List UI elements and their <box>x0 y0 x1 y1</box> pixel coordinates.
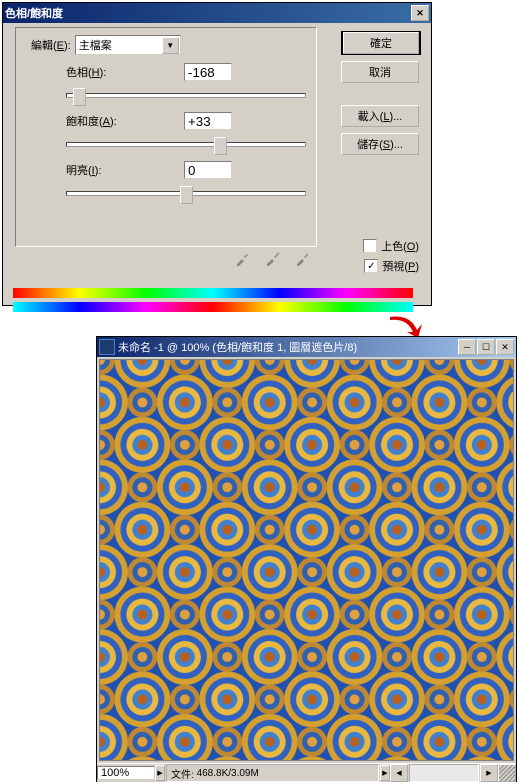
save-button[interactable]: 儲存(S)... <box>341 133 419 155</box>
minimize-icon[interactable]: ─ <box>458 339 476 355</box>
image-window: 未命名 -1 @ 100% (色相/飽和度 1, 圖層遮色片/8) ─ ☐ ✕ <box>96 336 517 782</box>
info-arrow-icon[interactable]: ▶ <box>380 765 390 781</box>
h-scrollbar[interactable] <box>409 764 479 782</box>
eyedropper-icon[interactable] <box>233 248 253 268</box>
ps-icon <box>99 339 115 355</box>
zoom-value: 100% <box>98 767 154 779</box>
hue-saturation-dialog: 色相/飽和度 ✕ 編輯(E): 主檔案 ▼ 色相(H): 飽和度(A): <box>2 2 432 306</box>
dialog-titlebar[interactable]: 色相/飽和度 ✕ <box>3 3 431 23</box>
color-spectrum-after <box>13 302 413 312</box>
zoom-arrow-icon[interactable]: ▶ <box>155 765 165 781</box>
color-spectrum-before <box>13 288 413 298</box>
load-button[interactable]: 載入(L)... <box>341 105 419 127</box>
cancel-button[interactable]: 取消 <box>341 61 419 83</box>
maximize-icon[interactable]: ☐ <box>477 339 495 355</box>
saturation-slider[interactable] <box>66 135 306 151</box>
image-titlebar[interactable]: 未命名 -1 @ 100% (色相/飽和度 1, 圖層遮色片/8) ─ ☐ ✕ <box>97 337 516 357</box>
status-bar: 100% ▶ 文件: 468.8K/3.09M ▶ ◀ ▶ <box>97 763 516 782</box>
image-title: 未命名 -1 @ 100% (色相/飽和度 1, 圖層遮色片/8) <box>118 339 357 355</box>
preview-checkbox[interactable]: ✓ <box>364 259 378 273</box>
colorize-checkbox[interactable] <box>363 239 377 253</box>
close-icon[interactable]: ✕ <box>496 339 514 355</box>
dialog-title: 色相/飽和度 <box>5 5 63 21</box>
scroll-left-icon[interactable]: ◀ <box>390 764 408 782</box>
preview-label: 預視(P) <box>382 258 419 274</box>
lightness-slider[interactable] <box>66 184 306 200</box>
eyedropper-plus-icon[interactable]: + <box>263 248 283 268</box>
ok-button[interactable]: 確定 <box>341 31 421 55</box>
colorize-label: 上色(O) <box>381 238 419 254</box>
zoom-field[interactable]: 100% <box>97 766 155 780</box>
file-info: 文件: 468.8K/3.09M <box>166 764 379 782</box>
scroll-right-icon[interactable]: ▶ <box>480 764 498 782</box>
resize-grip-icon[interactable] <box>498 764 516 782</box>
close-icon[interactable]: ✕ <box>411 5 429 21</box>
svg-text:-: - <box>306 251 309 258</box>
hue-slider[interactable] <box>66 86 306 102</box>
eyedropper-minus-icon[interactable]: - <box>293 248 313 268</box>
svg-text:+: + <box>276 251 280 258</box>
image-canvas[interactable] <box>99 359 514 761</box>
